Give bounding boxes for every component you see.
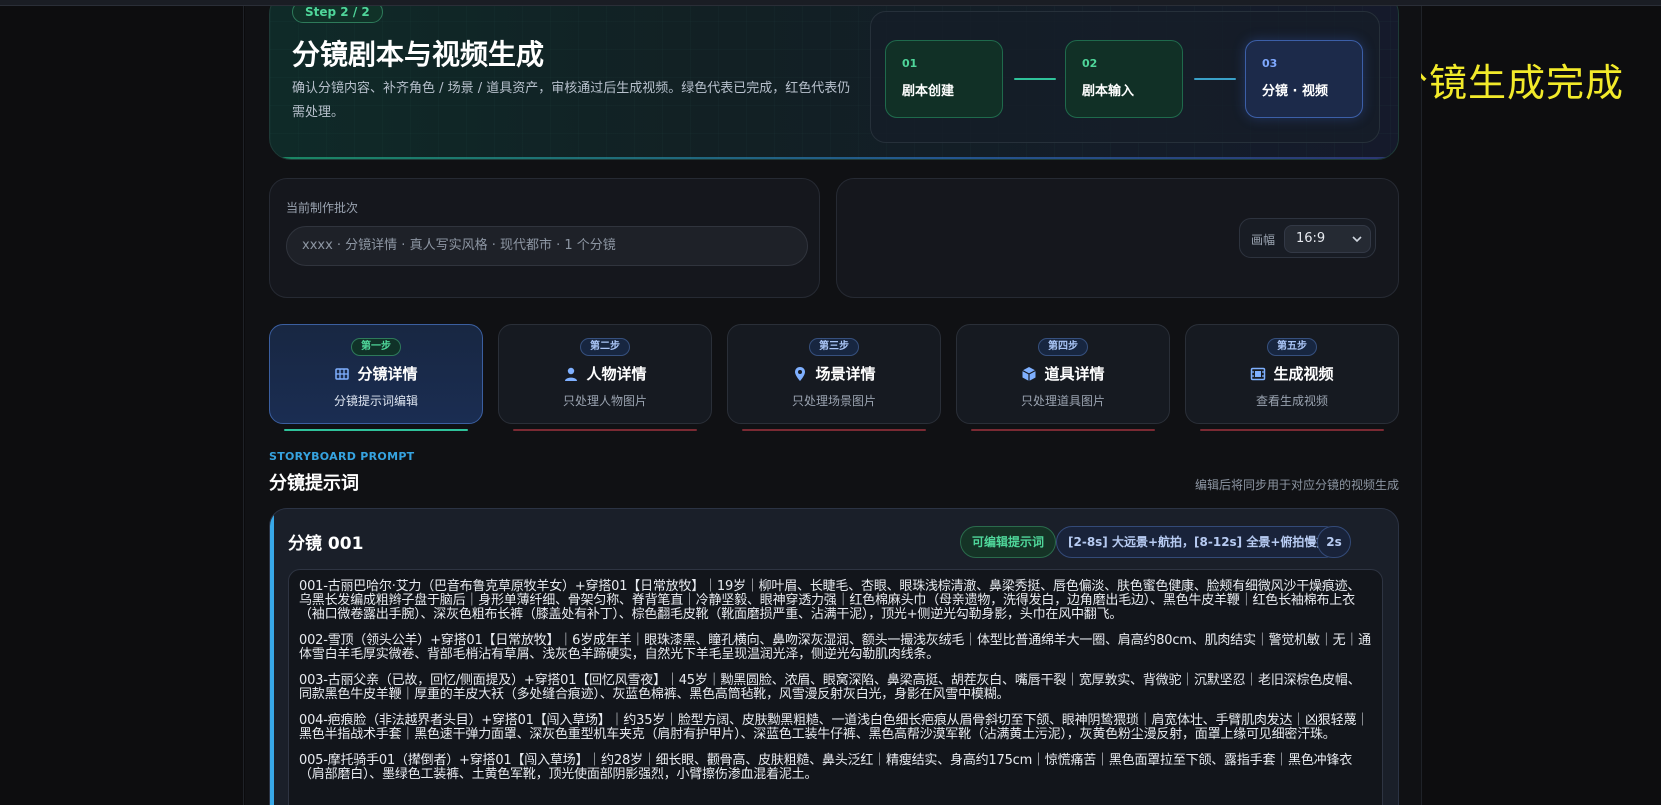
chevron-down-icon	[1352, 226, 1362, 262]
cube-icon	[1021, 366, 1037, 382]
tab-prop-details[interactable]: 第四步 道具详情 只处理道具图片	[956, 324, 1170, 424]
tab-generate-video[interactable]: 第五步 生成视频 查看生成视频	[1185, 324, 1399, 424]
tab-status-line	[742, 429, 926, 431]
batch-label: 当前制作批次	[286, 201, 359, 215]
tab-subtitle: 只处理道具图片	[1020, 394, 1105, 408]
stepper-step-label: 剧本创建	[902, 84, 955, 99]
page-description: 确认分镜内容、补齐角色 / 场景 / 道具资产，审核通过后生成视频。绿色代表已完…	[292, 81, 851, 120]
film-icon	[1250, 366, 1266, 382]
tab-title-text: 生成视频	[1273, 365, 1334, 383]
page-title: 分镜剧本与视频生成	[292, 38, 545, 71]
storyboard-card-title: 分镜 001	[288, 534, 364, 554]
batch-panel: 当前制作批次 xxxx · 分镜详情 · 真人写实风格 · 现代都市 · 1 个…	[269, 178, 820, 298]
progress-stepper: 01 剧本创建 02 剧本输入 03 分镜 · 视频	[870, 11, 1380, 143]
aspect-ratio-label: 画幅	[1251, 233, 1276, 247]
stepper-step-number: 03	[1262, 57, 1278, 70]
tab-storyboard-details[interactable]: 第一步 分镜详情 分镜提示词编辑	[269, 324, 483, 424]
right-sidebar-area	[1421, 6, 1661, 805]
tab-subtitle: 分镜提示词编辑	[333, 394, 418, 408]
tab-title-text: 人物详情	[586, 365, 647, 383]
step-indicator-pill: Step 2 / 2	[292, 6, 383, 23]
person-icon	[563, 366, 579, 382]
stepper-step-label: 剧本输入	[1082, 84, 1135, 99]
batch-field[interactable]: xxxx · 分镜详情 · 真人写实风格 · 现代都市 · 1 个分镜	[286, 226, 808, 266]
grid-icon	[334, 366, 350, 382]
prompt-paragraph: 005-摩托骑手01（撵倒者）+穿搭01【闯入草场】｜约28岁｜细长眼、颧骨高、…	[299, 753, 1353, 782]
stepper-step-label: 分镜 · 视频	[1262, 84, 1328, 99]
aspect-ratio-control: 画幅 16:9	[1239, 218, 1376, 258]
tab-scene-details[interactable]: 第三步 场景详情 只处理场景图片	[727, 324, 941, 424]
section-title: 分镜提示词	[269, 473, 359, 494]
stepper-step-number: 02	[1082, 57, 1098, 70]
aspect-ratio-value: 16:9	[1296, 231, 1326, 246]
tab-status-line	[1200, 429, 1384, 431]
stepper-step-1[interactable]: 01 剧本创建	[885, 40, 1003, 118]
prompt-paragraph: 002-雪顶（领头公羊）+穿搭01【日常放牧】｜6岁成年羊｜眼珠漆黑、瞳孔横向、…	[299, 633, 1371, 662]
editable-prompt-badge: 可编辑提示词	[960, 526, 1057, 558]
prompt-paragraph: 003-古丽父亲（已故，回忆/侧面提及）+穿搭01【回忆风雪夜】｜45岁｜黝黑圆…	[299, 673, 1361, 702]
settings-panel: 画幅 16:9	[836, 178, 1399, 298]
storyboard-prompt-textarea[interactable]: 001-古丽巴哈尔·艾力（巴音布鲁克草原牧羊女）+穿搭01【日常放牧】｜19岁｜…	[288, 569, 1383, 805]
section-eyebrow: STORYBOARD PROMPT	[269, 450, 415, 463]
overlay-caption: 分镜生成完成	[1390, 61, 1625, 105]
tab-step-badge: 第二步	[580, 338, 630, 356]
tab-title-text: 分镜详情	[357, 365, 418, 383]
tab-status-line	[513, 429, 697, 431]
left-sidebar-area	[0, 6, 244, 805]
tab-subtitle: 只处理场景图片	[791, 394, 876, 408]
hero-banner: Step 2 / 2 分镜剧本与视频生成 确认分镜内容、补齐角色 / 场景 / …	[269, 6, 1399, 160]
prompt-paragraph: 004-疤痕脸（非法越界者头目）+穿搭01【闯入草场】｜约35岁｜脸型方阔、皮肤…	[299, 713, 1370, 742]
location-pin-icon	[792, 366, 808, 382]
section-note: 编辑后将同步用于对应分镜的视频生成	[1195, 478, 1400, 492]
stepper-connector	[1014, 78, 1056, 80]
tab-step-badge: 第三步	[809, 338, 859, 356]
stepper-step-3[interactable]: 03 分镜 · 视频	[1245, 40, 1363, 118]
storyboard-card: 分镜 001 可编辑提示词 [2-8s] 大远景+航拍，[8-12s] 全景+俯…	[269, 508, 1399, 805]
tab-step-badge: 第四步	[1038, 338, 1088, 356]
tab-subtitle: 查看生成视频	[1255, 394, 1328, 408]
tab-step-badge: 第一步	[351, 338, 401, 356]
shot-range-badge: [2-8s] 大远景+航拍，[8-12s] 全景+俯拍慢推	[1056, 526, 1341, 558]
aspect-ratio-select[interactable]: 16:9	[1284, 225, 1371, 253]
stepper-connector	[1194, 78, 1236, 80]
tab-subtitle: 只处理人物图片	[562, 394, 647, 408]
tab-status-line	[971, 429, 1155, 431]
tab-status-line	[284, 429, 468, 431]
duration-badge: 2s	[1317, 526, 1351, 558]
main-content: Step 2 / 2 分镜剧本与视频生成 确认分镜内容、补齐角色 / 场景 / …	[245, 6, 1421, 805]
stepper-step-number: 01	[902, 57, 918, 70]
prompt-paragraph: 001-古丽巴哈尔·艾力（巴音布鲁克草原牧羊女）+穿搭01【日常放牧】｜19岁｜…	[299, 579, 1361, 622]
tab-title-text: 场景详情	[815, 365, 876, 383]
tab-step-badge: 第五步	[1267, 338, 1317, 356]
tab-character-details[interactable]: 第二步 人物详情 只处理人物图片	[498, 324, 712, 424]
stepper-step-2[interactable]: 02 剧本输入	[1065, 40, 1183, 118]
tab-title-text: 道具详情	[1044, 365, 1105, 383]
